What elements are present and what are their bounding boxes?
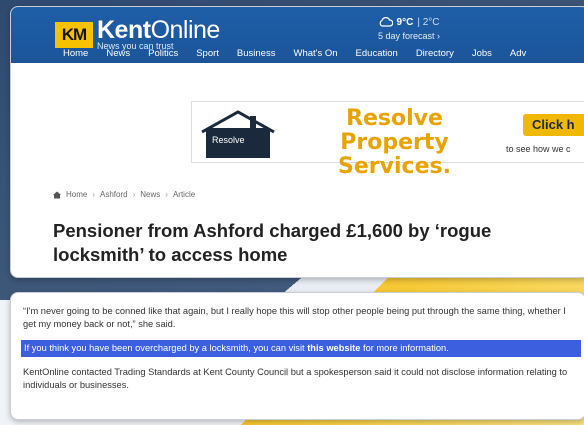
ad-click-button[interactable]: Click h <box>523 114 584 136</box>
article-top-card: KM KentOnline News you can trust 9°C | 2… <box>10 6 584 278</box>
weather-temp: 9°C <box>396 17 414 28</box>
cloud-icon <box>379 17 393 27</box>
nav-item-jobs[interactable]: Jobs <box>472 48 492 59</box>
article-headline: Pensioner from Ashford charged £1,600 by… <box>53 220 492 265</box>
logo-title: KentOnline <box>97 16 220 44</box>
nav-item-business[interactable]: Business <box>237 48 276 59</box>
ad-brand: Resolve <box>210 134 247 146</box>
body-paragraph-quote: “I'm never going to be conned like that … <box>23 306 566 329</box>
forecast-link[interactable]: 5 day forecast › <box>378 31 440 41</box>
breadcrumb-separator: › <box>92 190 96 199</box>
article-body-card: “I'm never going to be conned like that … <box>10 292 584 420</box>
home-icon <box>53 191 61 198</box>
breadcrumb-separator: › <box>165 190 168 199</box>
breadcrumb-news[interactable]: News <box>140 190 160 199</box>
weather-range: | 2°C <box>417 17 440 28</box>
breadcrumb-article: Article <box>172 190 196 199</box>
nav-item-home[interactable]: Home <box>63 48 88 59</box>
nav-item-politics[interactable]: Politics <box>148 48 178 59</box>
main-nav: Home News Politics Sport Business What's… <box>11 43 584 63</box>
breadcrumb: Home › Ashford › News › Article <box>53 190 195 199</box>
breadcrumb-ashford[interactable]: Ashford <box>100 190 128 199</box>
nav-item-directory[interactable]: Directory <box>416 48 454 59</box>
ad-logo: Resolve <box>198 108 280 160</box>
ad-cta-subtext: to see how we c <box>506 144 571 154</box>
ad-banner[interactable]: Resolve Resolve Property Services. Click… <box>191 101 584 179</box>
body-paragraph-highlighted: If you think you have been overcharged b… <box>21 340 581 357</box>
nav-item-whats-on[interactable]: What's On <box>293 48 337 59</box>
site-header: KM KentOnline News you can trust 9°C | 2… <box>11 7 584 63</box>
breadcrumb-home[interactable]: Home <box>66 190 87 199</box>
body-paragraph-trading-standards: KentOnline contacted Trading Standards a… <box>23 367 568 390</box>
nav-item-education[interactable]: Education <box>356 48 398 59</box>
nav-item-advertise[interactable]: Adv <box>510 48 526 59</box>
breadcrumb-separator: › <box>132 190 136 199</box>
ad-title: Resolve Property Services. <box>338 106 451 179</box>
website-link[interactable]: this website <box>307 343 360 353</box>
weather-widget[interactable]: 9°C | 2°C 5 day forecast › <box>378 17 440 41</box>
nav-item-sport[interactable]: Sport <box>196 48 219 59</box>
nav-item-news[interactable]: News <box>106 48 130 59</box>
